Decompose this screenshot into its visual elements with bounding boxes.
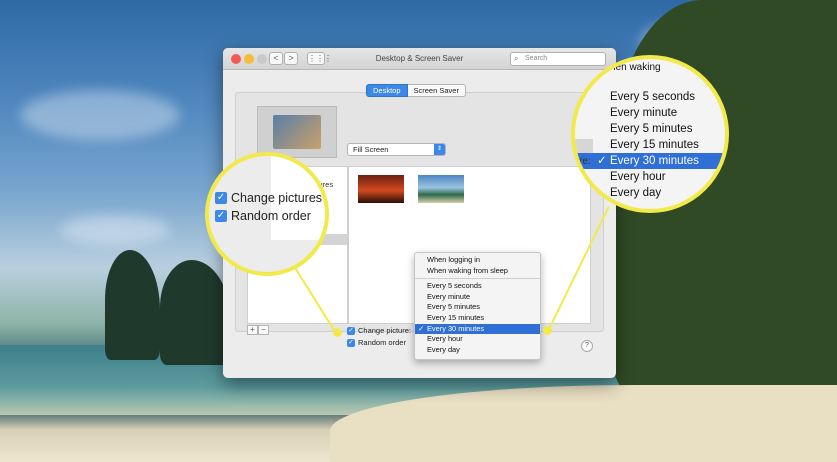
- magnified-random-order: ✓ Random order: [215, 209, 311, 223]
- menu-item-selected[interactable]: ✓ Every 30 minutes: [415, 323, 540, 335]
- random-order-label: Random order: [358, 338, 406, 347]
- fill-screen-value: Fill Screen: [353, 145, 389, 154]
- menu-item[interactable]: Every hour: [415, 334, 540, 345]
- checkmark-icon: ✓: [418, 323, 425, 333]
- menu-separator: [415, 278, 540, 280]
- magnified-label: Random order: [231, 209, 311, 223]
- magnified-change-pictures: ✓ Change pictures: [215, 191, 322, 205]
- search-placeholder: Search: [525, 55, 548, 62]
- magnified-menu-item-selected: ✓ Every 30 minutes: [575, 153, 725, 169]
- checkbox-checked-icon[interactable]: ✓: [347, 326, 355, 335]
- random-order-option[interactable]: ✓ Random order: [347, 338, 406, 347]
- limestone-cliff: [160, 260, 230, 365]
- fill-screen-select[interactable]: Fill Screen ⇕: [347, 143, 446, 156]
- tab-screen-saver[interactable]: Screen Saver: [407, 84, 466, 97]
- checkmark-icon: ✓: [597, 155, 607, 167]
- wallpaper-thumbnail[interactable]: [358, 175, 404, 203]
- magnified-label: Every 30 minutes: [610, 155, 699, 167]
- magnified-menu-item: Every 15 minutes: [610, 139, 699, 151]
- help-button[interactable]: ?: [581, 340, 593, 352]
- wallpaper-thumbnail[interactable]: [418, 175, 464, 203]
- callout-dot: [333, 328, 342, 337]
- checkbox-checked-icon[interactable]: ✓: [347, 338, 355, 347]
- chevron-updown-icon: ⇕: [434, 144, 445, 155]
- add-remove-buttons: + −: [247, 325, 269, 335]
- search-icon: ⌕: [514, 54, 519, 63]
- callout-dot: [543, 326, 552, 335]
- preview-image: [273, 115, 321, 149]
- magnified-menu-item: hen waking: [610, 62, 661, 73]
- magnifier-menu: hen waking Every 5 seconds Every minute …: [571, 55, 729, 213]
- magnified-partial-label: re:: [579, 156, 591, 167]
- menu-item[interactable]: Every 15 minutes: [415, 313, 540, 324]
- title-bar: < > ⋮⋮⋮ Desktop & Screen Saver ⌕ Search: [223, 48, 616, 70]
- menu-item[interactable]: When waking from sleep: [415, 266, 540, 277]
- change-picture-option[interactable]: ✓ Change picture:: [347, 326, 411, 335]
- cloud: [20, 90, 180, 140]
- menu-item[interactable]: Every minute: [415, 292, 540, 303]
- magnifier-checkboxes: ✓ Change pictures ✓ Random order: [205, 152, 329, 276]
- menu-item[interactable]: Every 5 seconds: [415, 281, 540, 292]
- remove-button[interactable]: −: [258, 325, 269, 335]
- interval-menu: When logging in When waking from sleep E…: [414, 252, 541, 360]
- add-button[interactable]: +: [247, 325, 258, 335]
- checkbox-checked-icon: ✓: [215, 210, 227, 222]
- magnified-menu-item: Every minute: [610, 107, 678, 119]
- cloud: [60, 215, 170, 245]
- magnified-label: Change pictures: [231, 191, 323, 205]
- magnified-menu-item: Every 5 seconds: [610, 91, 696, 103]
- menu-item-label: Every 30 minutes: [427, 323, 485, 333]
- menu-item[interactable]: Every day: [415, 345, 540, 356]
- tab-bar: Desktop Screen Saver: [366, 84, 466, 97]
- limestone-cliff: [105, 250, 160, 360]
- magnified-menu-item: Every hour: [610, 171, 666, 183]
- menu-item[interactable]: When logging in: [415, 255, 540, 266]
- checkbox-checked-icon: ✓: [215, 192, 227, 204]
- magnified-menu-item: Every day: [610, 187, 662, 199]
- desktop-preview: [257, 106, 337, 158]
- change-picture-label: Change picture:: [358, 326, 411, 335]
- magnified-menu-item: Every 5 minutes: [610, 123, 693, 135]
- tab-desktop[interactable]: Desktop: [366, 84, 408, 97]
- menu-item[interactable]: Every 5 minutes: [415, 302, 540, 313]
